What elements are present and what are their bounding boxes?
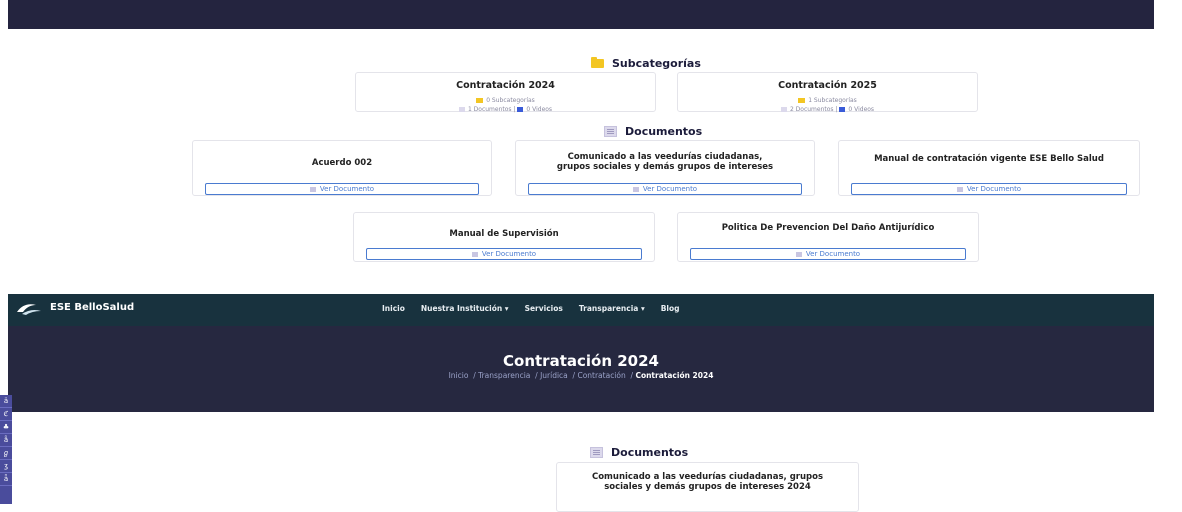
- document-card: Politica De Prevencion Del Daño Antijurí…: [677, 212, 979, 262]
- subcategory-meta: 1 Subcategorías 2 Documentos | 0 Videos: [678, 96, 977, 114]
- folder-icon: [798, 98, 806, 103]
- subcategory-meta: 0 Subcategorías 1 Documentos | 0 Videos: [356, 96, 655, 114]
- view-document-button[interactable]: Ver Documento: [528, 183, 802, 195]
- nav-item-servicios[interactable]: Servicios: [525, 304, 563, 313]
- view-document-button[interactable]: Ver Documento: [366, 248, 642, 260]
- document-icon: [471, 251, 478, 257]
- document-icon: [795, 251, 802, 257]
- brand-logo-icon[interactable]: [16, 302, 42, 316]
- nav-menu: Inicio Nuestra Institución ▾ Servicios T…: [382, 304, 680, 313]
- breadcrumb: Inicio / Transparencia / Jurídica / Cont…: [448, 371, 714, 380]
- folder-icon: [476, 98, 484, 103]
- documents-heading: Documentos: [590, 446, 688, 459]
- subcategories-heading: Subcategorías: [591, 57, 701, 70]
- video-icon: [517, 107, 524, 112]
- document-icon: [780, 107, 787, 112]
- breadcrumb-item[interactable]: Contratación: [577, 371, 625, 380]
- document-card: Comunicado a las veedurías ciudadanas, g…: [515, 140, 815, 196]
- document-title: Acuerdo 002: [311, 158, 373, 168]
- document-title: Politica De Prevencion Del Daño Antijurí…: [721, 223, 935, 233]
- accessibility-tool-icon[interactable]: ♣: [0, 421, 12, 434]
- breadcrumb-current: Contratación 2024: [635, 371, 714, 380]
- nav-item-transparencia[interactable]: Transparencia ▾: [579, 304, 645, 313]
- document-icon: [458, 107, 465, 112]
- documents-heading: Documentos: [604, 125, 702, 138]
- document-title: Manual de Supervisión: [449, 229, 559, 239]
- document-title: Comunicado a las veedurías ciudadanas, g…: [591, 472, 824, 492]
- accessibility-tool-icon[interactable]: ʒ: [0, 460, 12, 473]
- folder-icon: [591, 57, 604, 68]
- nav-item-blog[interactable]: Blog: [661, 304, 680, 313]
- video-icon: [839, 107, 846, 112]
- accessibility-toolbar: ä ℭ ♣ ẵ ℊ ʒ ǟ: [0, 395, 12, 504]
- view-document-button[interactable]: Ver Documento: [205, 183, 479, 195]
- accessibility-tool-icon[interactable]: ℊ: [0, 447, 12, 460]
- document-icon: [956, 186, 963, 192]
- view-document-button[interactable]: Ver Documento: [851, 183, 1127, 195]
- document-card: Comunicado a las veedurías ciudadanas, g…: [556, 462, 859, 512]
- nav-item-inicio[interactable]: Inicio: [382, 304, 405, 313]
- accessibility-tool-icon[interactable]: ä: [0, 395, 12, 408]
- subcategory-title[interactable]: Contratación 2024: [356, 80, 655, 91]
- accessibility-tool-icon[interactable]: ℭ: [0, 408, 12, 421]
- breadcrumb-item[interactable]: Transparencia: [478, 371, 530, 380]
- document-title: Comunicado a las veedurías ciudadanas, g…: [556, 152, 774, 172]
- document-card: Manual de Supervisión Ver Documento: [353, 212, 655, 262]
- brand-name[interactable]: ESE BelloSalud: [50, 302, 134, 313]
- page-hero: Contratación 2024 Inicio / Transparencia…: [8, 326, 1154, 412]
- nav-item-nuestra-institucion[interactable]: Nuestra Institución ▾: [421, 304, 509, 313]
- document-icon: [590, 447, 603, 458]
- breadcrumb-item[interactable]: Inicio: [449, 371, 469, 380]
- document-icon: [604, 126, 617, 137]
- view-document-button[interactable]: Ver Documento: [690, 248, 966, 260]
- top-header-band: [8, 0, 1154, 29]
- document-card: Manual de contratación vigente ESE Bello…: [838, 140, 1140, 196]
- document-card: Acuerdo 002 Ver Documento: [192, 140, 492, 196]
- subcategory-card-2024[interactable]: Contratación 2024 0 Subcategorías 1 Docu…: [355, 72, 656, 114]
- main-navbar: ESE BelloSalud Inicio Nuestra Institució…: [8, 294, 1154, 326]
- document-title: Manual de contratación vigente ESE Bello…: [874, 154, 1104, 164]
- document-icon: [632, 186, 639, 192]
- accessibility-tool-icon[interactable]: ǟ: [0, 473, 12, 486]
- breadcrumb-item[interactable]: Jurídica: [540, 371, 568, 380]
- accessibility-tool-icon[interactable]: ẵ: [0, 434, 12, 447]
- page-title: Contratación 2024: [503, 352, 659, 370]
- document-icon: [309, 186, 316, 192]
- subcategory-title[interactable]: Contratación 2025: [678, 80, 977, 91]
- subcategory-card-2025[interactable]: Contratación 2025 1 Subcategorías 2 Docu…: [677, 72, 978, 114]
